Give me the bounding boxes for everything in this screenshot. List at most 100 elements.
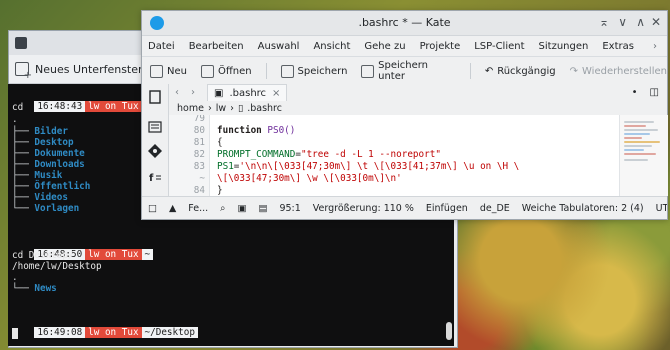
terminal-icon[interactable]: ▣ — [237, 203, 246, 214]
prompt-line-3: 16:49:08 lw on Tux ~/Desktop — [12, 316, 198, 350]
menu-datei[interactable]: Datei — [148, 41, 175, 52]
editor-view[interactable]: 79 80 81 82 83 ~ 84 function PS0() { PRO… — [169, 115, 619, 196]
symbols-icon[interactable]: f — [148, 170, 162, 184]
prompt-time: 16:49:08 — [34, 327, 86, 339]
minimap[interactable] — [619, 115, 668, 196]
undo-button[interactable]: ↶ Rückgängig — [485, 66, 556, 77]
line-number: 84 — [193, 185, 205, 196]
keyword-token: function — [217, 125, 262, 136]
tree-root: . — [12, 114, 18, 125]
documents-icon[interactable] — [148, 90, 162, 104]
file-icon: ▯ — [237, 102, 244, 114]
menu-projekte[interactable]: Projekte — [420, 41, 461, 52]
menu-extras[interactable]: Extras — [602, 41, 634, 52]
breadcrumb-user[interactable]: lw — [216, 103, 226, 114]
code-line: PS1='\n\n\[\033[47;30m\] \t \[\033[41;37… — [217, 161, 519, 172]
encoding[interactable]: UTF-8 — [656, 203, 667, 214]
status-messages[interactable]: Fe... — [188, 203, 208, 214]
prompt-line-1: 16:48:43lw on Tux~ — [12, 90, 154, 124]
breadcrumb-file[interactable]: .bashrc — [247, 103, 282, 114]
command-line: cd Desktop/ — [12, 250, 74, 261]
tree-line: └── Vorlagen — [12, 203, 80, 214]
new-button[interactable]: Neu — [150, 64, 187, 78]
menubar: Datei Bearbeiten Auswahl Ansicht Gehe zu… — [142, 36, 667, 57]
git-icon[interactable] — [148, 144, 162, 158]
svg-text:f: f — [149, 173, 154, 184]
save-as-button[interactable]: Speichern unter — [361, 60, 455, 82]
projects-icon[interactable] — [148, 120, 162, 134]
breadcrumb-home[interactable]: home — [177, 103, 204, 114]
left-sidebar: f — [142, 84, 169, 196]
toolbar-separator — [265, 63, 267, 79]
warning-icon[interactable]: ▲ — [169, 203, 176, 214]
tree-line: ├── Desktop — [12, 137, 74, 148]
code-line-wrapped: \[\033[47;30m\] \w \[\033[0m\]\n' — [217, 173, 402, 184]
close-icon[interactable]: ✕ — [651, 15, 661, 29]
line-number: 79 — [193, 115, 205, 124]
menu-gehe-zu[interactable]: Gehe zu — [364, 41, 405, 52]
search-icon[interactable]: ⌕ — [220, 203, 225, 214]
input-mode[interactable]: Einfügen — [426, 203, 468, 214]
open-label: Öffnen — [217, 65, 252, 77]
string-token: "tree -d -L 1 --noreport" — [300, 149, 441, 160]
main-toolbar: Neu Öffnen Speichern Speichern unter ↶ Rü… — [142, 57, 667, 86]
tree-line: ├── Downloads — [12, 159, 85, 170]
variable-token: PROMPT_COMMAND — [217, 149, 296, 160]
menu-ansicht[interactable]: Ansicht — [313, 41, 350, 52]
save-as-icon — [361, 64, 375, 78]
save-icon — [280, 64, 294, 78]
back-icon[interactable]: ‹ — [169, 87, 185, 98]
tree-root: . — [12, 272, 18, 283]
new-tab-label: Neues Unterfenster — [35, 62, 143, 76]
new-tab-button[interactable]: Neues Unterfenster — [15, 59, 143, 81]
prompt-user: lw on Tux — [85, 249, 142, 261]
split-view-icon[interactable]: ◫ — [650, 87, 659, 98]
konsole-app-icon — [15, 37, 27, 49]
redo-icon: ↷ — [569, 65, 579, 77]
redo-label: Wiederherstellen — [582, 65, 667, 77]
tree-item: News — [34, 283, 57, 294]
message-icon[interactable]: □ — [148, 203, 157, 214]
text-cursor — [12, 328, 18, 339]
prompt-path: ~/Desktop — [141, 327, 198, 339]
tab-close-icon[interactable]: × — [272, 88, 280, 99]
maximize-icon[interactable]: ∧ — [636, 15, 645, 29]
menu-bearbeiten[interactable]: Bearbeiten — [189, 41, 244, 52]
terminal-scrollbar[interactable] — [446, 322, 452, 340]
tree-item: Vorlagen — [34, 203, 80, 214]
menu-overflow-icon[interactable]: › — [653, 41, 667, 52]
line-number: 82 — [193, 149, 205, 160]
undo-icon: ↶ — [484, 65, 494, 77]
tree-line: └── News — [12, 283, 57, 294]
open-button[interactable]: Öffnen — [200, 64, 252, 78]
keep-above-icon[interactable]: ⌅ — [599, 15, 609, 29]
indentation[interactable]: Weiche Tabulatoren: 2 (4) — [522, 203, 644, 214]
code-line: } — [217, 185, 223, 196]
code-line: { — [217, 137, 223, 148]
dictionary[interactable]: de_DE — [480, 203, 510, 214]
output-icon[interactable]: ▤ — [258, 203, 267, 214]
tab-bashrc[interactable]: ▣ .bashrc × — [207, 83, 288, 102]
string-token: '\n\n\[\033[47;30m\] \t \[\033[41;37m\] … — [239, 161, 520, 172]
pin-icon[interactable]: • — [632, 87, 638, 98]
menu-sitzungen[interactable]: Sitzungen — [539, 41, 589, 52]
tree-item: Bilder — [34, 126, 68, 137]
tree-item: Downloads — [34, 159, 85, 170]
tree-line: ├── Musik — [12, 170, 63, 181]
save-button[interactable]: Speichern — [280, 64, 347, 78]
tree-item: Dokumente — [34, 148, 85, 159]
command-line: cd — [12, 102, 24, 113]
menu-lsp-client[interactable]: LSP-Client — [474, 41, 524, 52]
cursor-position[interactable]: 95:1 — [279, 203, 300, 214]
minimize-icon[interactable]: ∨ — [618, 15, 627, 29]
zoom-level[interactable]: Vergrößerung: 110 % — [313, 203, 414, 214]
new-tab-icon — [15, 62, 32, 81]
kate-titlebar[interactable]: .bashrc * — Kate ⌅ ∨ ∧ ✕ — [142, 11, 667, 36]
redo-button[interactable]: ↷ Wiederherstellen — [570, 66, 667, 77]
breadcrumb-separator-icon: › — [230, 102, 234, 114]
breadcrumb: home › lw › ▯ .bashrc — [169, 101, 667, 115]
menu-auswahl[interactable]: Auswahl — [258, 41, 300, 52]
tab-bar: ‹ › ▣ .bashrc × • ◫ — [169, 83, 667, 102]
tree-line: ├── Dokumente — [12, 148, 85, 159]
forward-icon[interactable]: › — [185, 87, 201, 98]
